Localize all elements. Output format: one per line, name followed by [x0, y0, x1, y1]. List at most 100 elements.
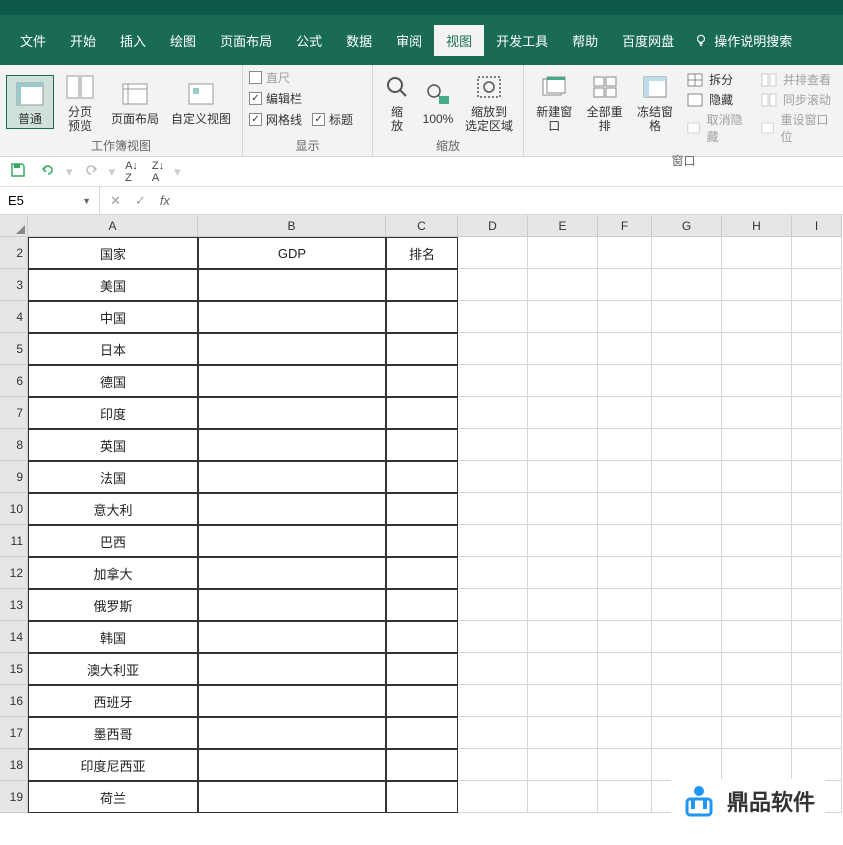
normal-view-button[interactable]: 普通	[6, 75, 54, 129]
insert-function-button[interactable]: fx	[160, 193, 170, 208]
split-button[interactable]: 拆分	[687, 71, 747, 88]
row-header[interactable]: 3	[0, 269, 28, 301]
cell-I14[interactable]	[792, 621, 842, 653]
cell-F9[interactable]	[598, 461, 652, 493]
cell-D2[interactable]	[458, 237, 528, 269]
row-header[interactable]: 15	[0, 653, 28, 685]
cell-E5[interactable]	[528, 333, 598, 365]
cell-B11[interactable]	[198, 525, 386, 557]
cell-I6[interactable]	[792, 365, 842, 397]
cell-D9[interactable]	[458, 461, 528, 493]
column-header-D[interactable]: D	[458, 215, 528, 237]
cell-F14[interactable]	[598, 621, 652, 653]
cell-E14[interactable]	[528, 621, 598, 653]
cell-A17[interactable]: 墨西哥	[28, 717, 198, 749]
row-header[interactable]: 9	[0, 461, 28, 493]
select-all-corner[interactable]	[0, 215, 28, 237]
row-header[interactable]: 16	[0, 685, 28, 717]
cell-B15[interactable]	[198, 653, 386, 685]
cell-I16[interactable]	[792, 685, 842, 717]
cell-E19[interactable]	[528, 781, 598, 813]
cell-H2[interactable]	[722, 237, 792, 269]
cell-G6[interactable]	[652, 365, 722, 397]
zoom-selection-button[interactable]: 缩放到 选定区域	[461, 69, 517, 135]
cell-B5[interactable]	[198, 333, 386, 365]
menu-draw[interactable]: 绘图	[158, 25, 208, 56]
menu-developer[interactable]: 开发工具	[484, 25, 560, 56]
cell-F16[interactable]	[598, 685, 652, 717]
cell-C3[interactable]	[386, 269, 458, 301]
cell-B10[interactable]	[198, 493, 386, 525]
cell-I7[interactable]	[792, 397, 842, 429]
cell-D14[interactable]	[458, 621, 528, 653]
cell-F19[interactable]	[598, 781, 652, 813]
cell-E16[interactable]	[528, 685, 598, 717]
cell-E11[interactable]	[528, 525, 598, 557]
cell-F13[interactable]	[598, 589, 652, 621]
row-header[interactable]: 2	[0, 237, 28, 269]
cell-C9[interactable]	[386, 461, 458, 493]
cell-A18[interactable]: 印度尼西亚	[28, 749, 198, 781]
cell-G11[interactable]	[652, 525, 722, 557]
cell-H11[interactable]	[722, 525, 792, 557]
cell-I8[interactable]	[792, 429, 842, 461]
cell-B18[interactable]	[198, 749, 386, 781]
cell-E12[interactable]	[528, 557, 598, 589]
cell-C15[interactable]	[386, 653, 458, 685]
cell-G9[interactable]	[652, 461, 722, 493]
cell-I3[interactable]	[792, 269, 842, 301]
cell-F8[interactable]	[598, 429, 652, 461]
cell-H6[interactable]	[722, 365, 792, 397]
redo-button[interactable]	[79, 160, 103, 183]
cell-H16[interactable]	[722, 685, 792, 717]
row-header[interactable]: 13	[0, 589, 28, 621]
cell-G5[interactable]	[652, 333, 722, 365]
cell-E2[interactable]	[528, 237, 598, 269]
cell-E17[interactable]	[528, 717, 598, 749]
cell-G4[interactable]	[652, 301, 722, 333]
headings-checkbox[interactable]: 标题	[312, 111, 353, 128]
cell-H15[interactable]	[722, 653, 792, 685]
cell-D8[interactable]	[458, 429, 528, 461]
page-layout-view-button[interactable]: 页面布局	[106, 76, 164, 128]
name-box-dropdown-icon[interactable]: ▼	[82, 196, 91, 206]
cell-G7[interactable]	[652, 397, 722, 429]
row-header[interactable]: 5	[0, 333, 28, 365]
column-header-C[interactable]: C	[386, 215, 458, 237]
cell-A16[interactable]: 西班牙	[28, 685, 198, 717]
cell-B19[interactable]	[198, 781, 386, 813]
row-header[interactable]: 7	[0, 397, 28, 429]
arrange-all-button[interactable]: 全部重排	[580, 69, 628, 135]
cell-C14[interactable]	[386, 621, 458, 653]
column-header-A[interactable]: A	[28, 215, 198, 237]
menu-insert[interactable]: 插入	[108, 25, 158, 56]
cell-I18[interactable]	[792, 749, 842, 781]
cell-D11[interactable]	[458, 525, 528, 557]
cell-C13[interactable]	[386, 589, 458, 621]
cell-F2[interactable]	[598, 237, 652, 269]
zoom-button[interactable]: 缩 放	[379, 69, 415, 135]
cell-E8[interactable]	[528, 429, 598, 461]
cell-E10[interactable]	[528, 493, 598, 525]
cell-F6[interactable]	[598, 365, 652, 397]
cell-C5[interactable]	[386, 333, 458, 365]
cell-C11[interactable]	[386, 525, 458, 557]
row-header[interactable]: 14	[0, 621, 28, 653]
cell-B17[interactable]	[198, 717, 386, 749]
cell-D13[interactable]	[458, 589, 528, 621]
cell-C2[interactable]: 排名	[386, 237, 458, 269]
sort-asc-button[interactable]: A↓Z	[121, 158, 142, 186]
cell-E4[interactable]	[528, 301, 598, 333]
column-header-B[interactable]: B	[198, 215, 386, 237]
cell-G2[interactable]	[652, 237, 722, 269]
cell-D17[interactable]	[458, 717, 528, 749]
cell-F15[interactable]	[598, 653, 652, 685]
cell-I5[interactable]	[792, 333, 842, 365]
cell-F5[interactable]	[598, 333, 652, 365]
cell-G10[interactable]	[652, 493, 722, 525]
menu-baidu-netdisk[interactable]: 百度网盘	[610, 25, 686, 56]
cell-B12[interactable]	[198, 557, 386, 589]
cell-A5[interactable]: 日本	[28, 333, 198, 365]
cell-G14[interactable]	[652, 621, 722, 653]
cell-E18[interactable]	[528, 749, 598, 781]
